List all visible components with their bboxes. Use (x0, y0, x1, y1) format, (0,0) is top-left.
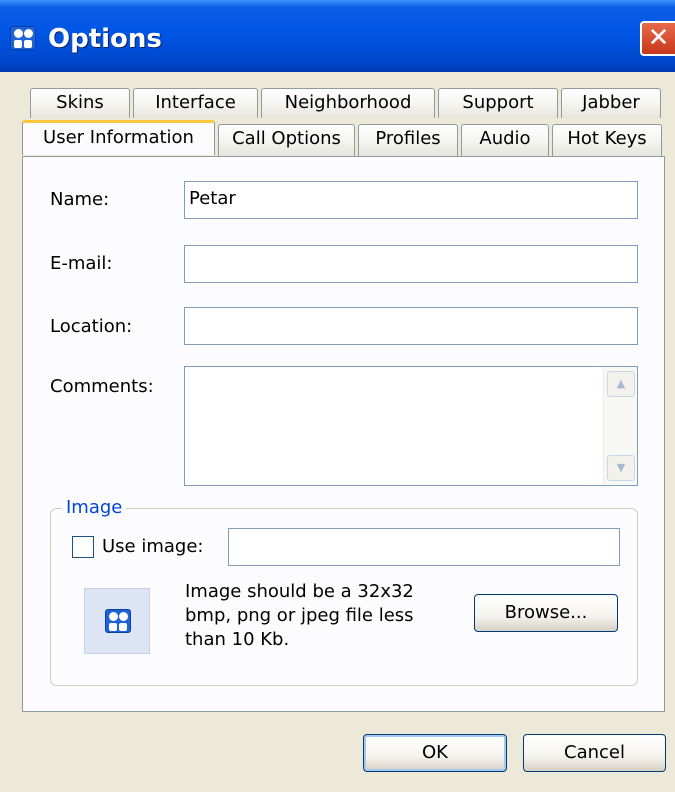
tab-jabber[interactable]: Jabber (561, 88, 661, 118)
tab-user-information[interactable]: User Information (22, 120, 215, 155)
location-label: Location: (50, 316, 133, 337)
scroll-down-icon[interactable]: ▼ (607, 455, 635, 481)
name-field[interactable]: Petar (184, 181, 638, 219)
email-field[interactable] (184, 245, 638, 283)
tab-skins[interactable]: Skins (30, 88, 130, 118)
tab-hot-keys[interactable]: Hot Keys (552, 124, 662, 156)
scroll-up-icon[interactable]: ▲ (607, 371, 635, 397)
close-button[interactable]: ✕ (640, 21, 675, 56)
comments-textarea[interactable]: ▲ ▼ (184, 366, 638, 486)
app-icon (105, 609, 131, 633)
tab-profiles[interactable]: Profiles (358, 124, 458, 156)
comments-label: Comments: (50, 376, 154, 397)
image-group-title: Image (62, 497, 127, 518)
window-title: Options (48, 24, 162, 54)
comments-scrollbar[interactable]: ▲ ▼ (603, 367, 637, 485)
cancel-button[interactable]: Cancel (523, 734, 666, 772)
tab-call-options[interactable]: Call Options (218, 124, 355, 156)
browse-button[interactable]: Browse... (474, 594, 618, 632)
image-preview (84, 588, 150, 654)
tab-neighborhood[interactable]: Neighborhood (261, 88, 435, 118)
image-path-field[interactable] (228, 528, 620, 566)
ok-button[interactable]: OK (363, 734, 507, 772)
title-bar[interactable]: Options ✕ (0, 0, 675, 72)
close-icon: ✕ (647, 23, 670, 53)
location-field[interactable] (184, 307, 638, 345)
tab-support[interactable]: Support (438, 88, 558, 118)
tab-interface[interactable]: Interface (133, 88, 258, 118)
email-label: E-mail: (50, 253, 113, 274)
image-requirements-note: Image should be a 32x32 bmp, png or jpeg… (185, 581, 414, 650)
tab-audio[interactable]: Audio (461, 124, 549, 156)
app-icon (10, 26, 36, 50)
use-image-checkbox[interactable] (72, 536, 94, 558)
name-label: Name: (50, 189, 110, 210)
use-image-label[interactable]: Use image: (102, 536, 203, 557)
